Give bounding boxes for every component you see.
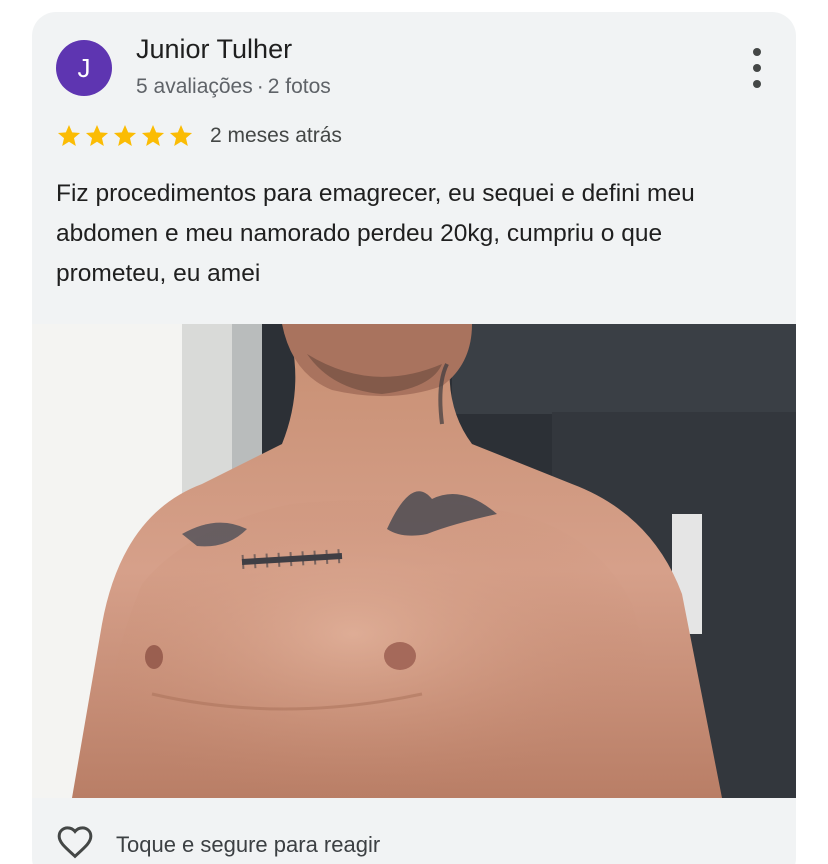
star-icon — [169, 124, 193, 146]
review-photo[interactable] — [32, 324, 796, 798]
review-footer: Toque e segure para reagir — [32, 798, 796, 864]
review-date: 2 meses atrás — [210, 124, 342, 147]
more-vert-icon-dot — [753, 80, 761, 88]
star-rating — [56, 123, 194, 149]
review-text: Fiz procedimentos para emagrecer, eu seq… — [56, 180, 695, 287]
more-vert-icon — [753, 48, 761, 56]
star-icon — [85, 124, 109, 146]
review-header: J Junior Tulher 5 avaliações · 2 fotos — [32, 12, 796, 122]
star-icon — [57, 124, 81, 146]
more-vert-icon-dot — [753, 64, 761, 72]
star-icon — [141, 124, 165, 146]
heart-outline-icon[interactable] — [54, 822, 96, 862]
avatar[interactable]: J — [56, 40, 112, 96]
review-card: J Junior Tulher 5 avaliações · 2 fotos 2 m… — [32, 12, 796, 864]
star-icon — [113, 124, 137, 146]
author-name[interactable]: Junior Tulher — [136, 34, 292, 65]
react-label[interactable]: Toque e segure para reagir — [116, 832, 380, 858]
review-photo-image — [32, 324, 796, 798]
photos-count: 2 fotos — [267, 75, 331, 98]
reviews-count: 5 avaliações — [136, 75, 253, 98]
author-meta: 5 avaliações · 2 fotos — [136, 75, 331, 99]
rating-row: 2 meses atrás — [56, 122, 342, 150]
meta-separator: · — [256, 75, 264, 98]
more-options-button[interactable] — [752, 48, 762, 88]
